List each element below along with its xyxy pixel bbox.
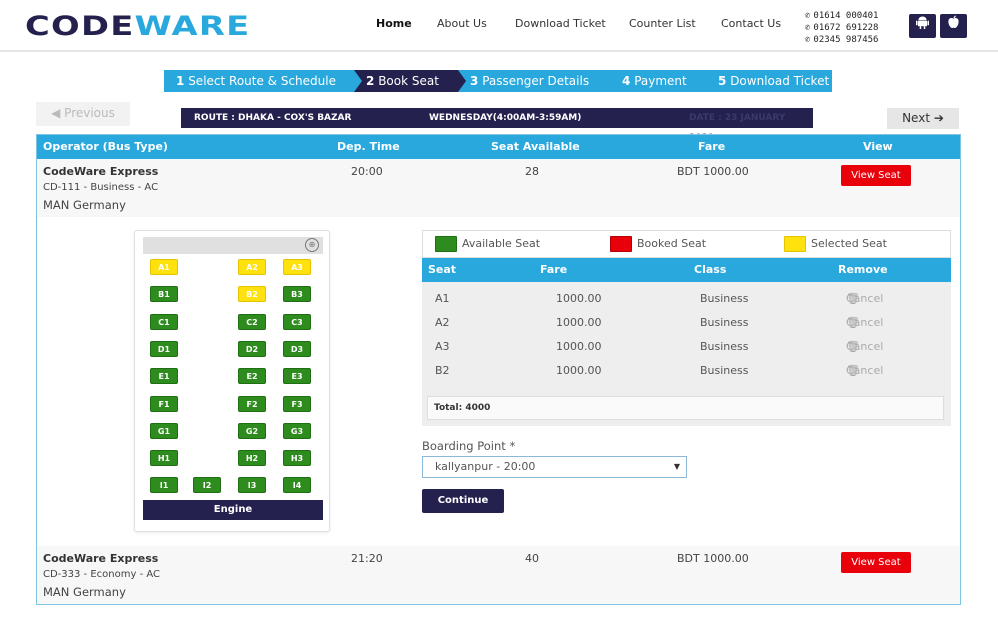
legend-selected: Selected Seat <box>784 236 887 252</box>
seat-h3[interactable]: H3 <box>283 450 311 467</box>
table-row: CodeWare Express CD-111 - Business - AC … <box>37 159 960 217</box>
legend-booked: Booked Seat <box>610 236 706 252</box>
seat-a2[interactable]: A2 <box>238 259 266 275</box>
available-swatch <box>435 236 457 252</box>
boarding-point-select[interactable]: kallyanpur - 20:00 ▼ <box>422 456 687 478</box>
seat-i2[interactable]: I2 <box>193 477 221 494</box>
seat-d2[interactable]: D2 <box>238 340 266 357</box>
table-row: CodeWare Express CD-333 - Economy - AC M… <box>37 546 960 604</box>
seat-i4[interactable]: I4 <box>283 477 311 494</box>
seat-b3[interactable]: B3 <box>283 286 311 303</box>
seat-a1[interactable]: A1 <box>150 259 178 275</box>
seat-c1[interactable]: C1 <box>150 313 178 330</box>
site-header: CODEWARE Home About Us Download Ticket C… <box>0 0 998 52</box>
seat-g2[interactable]: G2 <box>238 422 266 439</box>
seat-d1[interactable]: D1 <box>150 340 178 357</box>
seat-b2[interactable]: B2 <box>238 286 266 303</box>
nav-download-ticket[interactable]: Download Ticket <box>515 17 606 30</box>
booked-swatch <box>610 236 632 252</box>
seat-h2[interactable]: H2 <box>238 450 266 467</box>
legend-available: Available Seat <box>435 236 540 252</box>
route-label: ROUTE : DHAKA - COX'S BAZAR <box>194 113 352 123</box>
steering-wheel-icon: ⊕ <box>305 238 319 252</box>
seat-e3[interactable]: E3 <box>283 368 311 385</box>
phone-icon: ✆ <box>805 35 811 45</box>
seat-g3[interactable]: G3 <box>283 422 311 439</box>
schedule-label: WEDNESDAY(4:00AM-3:59AM) <box>429 113 582 123</box>
nav-about-us[interactable]: About Us <box>437 17 487 30</box>
route-info-bar: ROUTE : DHAKA - COX'S BAZAR WEDNESDAY(4:… <box>181 108 813 143</box>
arrow-left-circle-icon: ◀ <box>51 106 61 120</box>
seat-h1[interactable]: H1 <box>150 450 178 467</box>
apple-app-button[interactable] <box>940 14 967 38</box>
selected-seat-row: A2 1000.00 Business 🗑 Cancel <box>422 311 951 335</box>
selected-seat-row: A3 1000.00 Business 🗑 Cancel <box>422 335 951 359</box>
nav-contact-us[interactable]: Contact Us <box>721 17 781 30</box>
selected-seat-row: A1 1000.00 Business 🗑 Cancel <box>422 287 951 311</box>
step-book-seat[interactable]: 2 Book Seat <box>354 70 466 92</box>
seat-d3[interactable]: D3 <box>283 340 311 357</box>
seat-g1[interactable]: G1 <box>150 422 178 439</box>
android-app-button[interactable] <box>909 14 936 38</box>
step-passenger-details[interactable]: 3 Passenger Details <box>458 70 618 92</box>
step-select-route[interactable]: 1 Select Route & Schedule <box>164 70 362 92</box>
logo[interactable]: CODEWARE <box>25 11 250 42</box>
selected-seat-row: B2 1000.00 Business 🗑 Cancel <box>422 359 951 383</box>
seat-legend: Available Seat Booked Seat Selected Seat <box>422 230 951 258</box>
driver-area: ⊕ <box>143 237 323 254</box>
seat-f3[interactable]: F3 <box>283 395 311 412</box>
boarding-point-label: Boarding Point * <box>422 439 516 453</box>
seat-e1[interactable]: E1 <box>150 368 178 385</box>
seat-c3[interactable]: C3 <box>283 313 311 330</box>
android-icon <box>916 16 929 33</box>
step-download-ticket[interactable]: 5 Download Ticket <box>706 70 832 92</box>
selected-table-header: Seat Fare Class Remove <box>422 258 951 282</box>
seat-map: ⊕ A1 A2 A3 B1 B2 B3 C1 C2 C3 D1 D2 D3 E1 E2 E3 F1 F2 F3 G1… <box>134 230 330 532</box>
arrow-right-circle-icon: ➔ <box>933 111 944 125</box>
phone-icon: ✆ <box>805 23 811 33</box>
selected-swatch <box>784 236 806 252</box>
view-seat-button[interactable]: View Seat <box>841 165 911 186</box>
seat-i3[interactable]: I3 <box>238 477 266 494</box>
step-payment[interactable]: 4 Payment <box>610 70 714 92</box>
total-amount: Total: 4000 <box>427 396 944 420</box>
seat-c2[interactable]: C2 <box>238 313 266 330</box>
previous-button[interactable]: ◀ Previous <box>36 102 130 126</box>
table-header: Operator (Bus Type) Dep. Time Seat Avail… <box>37 135 960 159</box>
engine-label: Engine <box>143 500 323 520</box>
nav-counter-list[interactable]: Counter List <box>629 17 696 30</box>
selected-seats-table: Seat Fare Class Remove A1 1000.00 Busine… <box>422 258 951 426</box>
dropdown-arrow-icon: ▼ <box>673 462 680 471</box>
seat-a3[interactable]: A3 <box>283 259 311 275</box>
seat-e2[interactable]: E2 <box>238 368 266 385</box>
next-button[interactable]: Next ➔ <box>887 108 959 129</box>
apple-icon <box>947 15 960 33</box>
phone-numbers: ✆ 01614 000401 ✆ 01672 691228 ✆ 02345 98745… <box>805 11 879 45</box>
phone-icon: ✆ <box>805 11 811 21</box>
view-seat-button[interactable]: View Seat <box>841 552 911 573</box>
seat-f1[interactable]: F1 <box>150 395 178 412</box>
seat-i1[interactable]: I1 <box>150 477 178 494</box>
nav-home[interactable]: Home <box>376 17 412 30</box>
continue-button[interactable]: Continue <box>422 489 504 513</box>
seat-b1[interactable]: B1 <box>150 286 178 303</box>
seat-f2[interactable]: F2 <box>238 395 266 412</box>
